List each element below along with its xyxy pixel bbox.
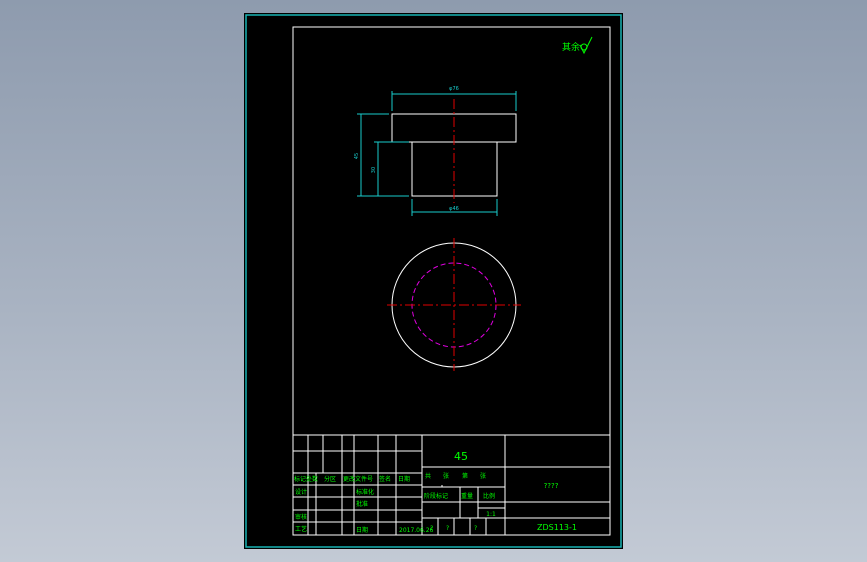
body-outline [411, 141, 498, 197]
cad-drawing: 其余 φ76 φ46 45 30 45 ???? ZDS113-1 2017.0… [245, 14, 622, 548]
placeholder-1: ? [430, 525, 433, 532]
rev-header-3: 分区 [324, 475, 336, 483]
roughness-note: 其余 [562, 41, 580, 53]
mid-label-1: 标准化 [356, 488, 374, 496]
rev-header-2: 处数 [306, 475, 318, 483]
material-text: 45 [454, 450, 468, 463]
stage-header-2: 重量 [461, 492, 473, 500]
title-block [292, 434, 611, 536]
mid-label-2: 批准 [356, 500, 368, 508]
sheet-label-3: 第 [462, 472, 468, 480]
role-label-3: 工艺 [295, 525, 307, 533]
drawing-number-text: ZDS113-1 [537, 523, 577, 532]
sheet-label-1: 共 [425, 472, 431, 480]
placeholder-3: ? [474, 525, 477, 532]
role-label-2: 审核 [295, 513, 307, 521]
rev-header-6: 日期 [398, 475, 410, 483]
mid-label-3: 日期 [356, 526, 368, 534]
rev-header-1: 标记 [294, 475, 306, 483]
top-view [387, 238, 521, 371]
sheet-label-2: 张 [443, 472, 449, 480]
dim-total-height: 45 [354, 153, 360, 159]
placeholder-2: ? [446, 525, 449, 532]
rev-header-5: 签名 [379, 475, 391, 483]
dim-body-height: 30 [371, 167, 377, 173]
inner-frame [292, 26, 611, 536]
dimension-lines [357, 91, 517, 216]
part-name-text: ???? [544, 482, 559, 490]
stage-header-3: 比例 [483, 492, 495, 500]
dim-top-diameter: φ76 [449, 86, 459, 92]
roughness-symbol-icon [579, 36, 593, 55]
sheet-label-4: 张 [480, 472, 486, 480]
rev-header-4: 更改文件号 [343, 475, 373, 483]
role-label-1: 设计 [295, 488, 307, 496]
dim-body-diameter: φ46 [449, 206, 459, 212]
date-text: 2017.06.26 [399, 527, 434, 534]
title-block-text: 45 ???? ZDS113-1 2017.06.26 1:1 标记 处数 分区… [294, 450, 577, 534]
scale-text: 1:1 [486, 511, 496, 518]
front-view [391, 99, 517, 203]
stage-header-1: 阶段标记 [424, 492, 448, 500]
drawing-viewport[interactable]: 其余 φ76 φ46 45 30 45 ???? ZDS113-1 2017.0… [244, 13, 623, 549]
